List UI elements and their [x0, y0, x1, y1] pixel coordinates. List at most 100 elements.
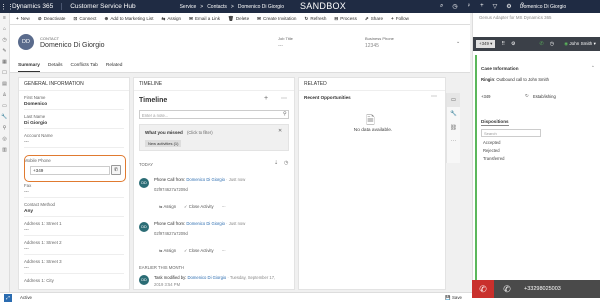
phone-icon[interactable]: ✆	[494, 280, 520, 298]
mobile-phone-input[interactable]: +349	[30, 166, 110, 175]
social-icon[interactable]: ◎	[0, 134, 9, 145]
address-city-field[interactable]: Address 1: City	[19, 278, 129, 283]
timeline-item[interactable]: DD Task modified by: Domenico Di Giorgio…	[139, 274, 289, 289]
assign-action[interactable]: ⇆ Assign	[159, 204, 176, 209]
expand-header-icon[interactable]: ⌄	[456, 39, 460, 45]
address-street1-value[interactable]: ---	[24, 228, 124, 236]
line-selector[interactable]: +349 ▾	[476, 40, 496, 48]
share-button[interactable]: ⇗ Share	[365, 16, 383, 22]
disposition-item[interactable]: Transferred	[483, 156, 505, 161]
more-options-icon[interactable]: ⋯	[281, 95, 287, 102]
address-street2-value[interactable]: ---	[24, 247, 124, 255]
account-name-value[interactable]: ---	[24, 140, 124, 148]
fax-field[interactable]: Fax ---	[19, 183, 129, 198]
new-record-icon[interactable]: +	[480, 3, 484, 10]
tab-conflicts[interactable]: Conflicts Tab	[71, 63, 98, 72]
reports-icon[interactable]: ▥	[0, 145, 9, 156]
last-name-value[interactable]: Di Giorgio	[24, 121, 124, 129]
timeline-item[interactable]: DD Phone Call from: Domenico Di Giorgio …	[139, 174, 289, 216]
address-street1-field[interactable]: Address 1: Street 1 ---	[19, 221, 129, 236]
breadcrumb-service[interactable]: Service	[180, 4, 197, 10]
history-icon[interactable]: ◷	[550, 41, 554, 47]
app-launcher-icon[interactable]: ⋮⋮⋮	[0, 3, 21, 11]
expand-icon[interactable]: ⤢	[4, 293, 12, 302]
follow-button[interactable]: + Follow	[391, 16, 409, 21]
hangup-icon[interactable]: ✆	[472, 280, 494, 298]
status-icon[interactable]: ⚙	[511, 41, 515, 47]
tab-details[interactable]: Details	[48, 63, 63, 72]
panel-toggle-icon[interactable]: ▭	[447, 93, 460, 107]
task-by[interactable]: Domenico Di Giorgio	[188, 275, 227, 280]
collapse-icon[interactable]: ⌃	[591, 65, 595, 71]
recent-icon[interactable]: ◷	[452, 3, 457, 10]
refresh-button[interactable]: ↻ Refresh	[304, 16, 326, 22]
account-name-field[interactable]: Account Name ---	[19, 133, 129, 148]
attach-icon[interactable]: ⚲	[283, 111, 287, 117]
activities-icon[interactable]: ☐	[0, 68, 9, 79]
more-options-icon[interactable]: ⋯	[431, 93, 437, 100]
delete-button[interactable]: 🗑 Delete	[228, 16, 249, 22]
process-button[interactable]: ⊟ Process	[334, 16, 356, 22]
more-options-icon[interactable]: ⋯	[222, 248, 226, 253]
add-to-marketing-list-button[interactable]: ⊕ Add to Marketing List	[104, 16, 153, 22]
add-timeline-icon[interactable]: +	[264, 95, 268, 102]
breadcrumb-contacts[interactable]: Contacts	[207, 4, 227, 10]
address-street3-field[interactable]: Address 1: Street 3 ---	[19, 259, 129, 274]
create-invitation-button[interactable]: ✉ Create Invitation	[257, 16, 296, 22]
timeline-item[interactable]: DD Phone Call from: Domenico Di Giorgio …	[139, 218, 289, 260]
assign-action[interactable]: ⇆ Assign	[159, 248, 176, 253]
save-button[interactable]: 💾 Save	[445, 295, 462, 301]
disposition-item[interactable]: Rejected	[483, 148, 505, 153]
wrench-icon[interactable]: 🔧	[447, 107, 460, 121]
activity-from[interactable]: Domenico Di Giorgio	[186, 221, 225, 226]
assign-button[interactable]: ⇆ Assign	[161, 16, 181, 22]
disposition-search-input[interactable]: Search	[481, 129, 541, 137]
filter-icon[interactable]: ▽	[493, 3, 498, 10]
what-you-missed-card[interactable]: What you missed (Click to filter) ✕ New …	[139, 124, 289, 151]
pinned-icon[interactable]: ✎	[0, 46, 9, 57]
close-activity-action[interactable]: ✓ Close Activity	[184, 204, 214, 209]
connect-button[interactable]: ⊡ Connect	[73, 16, 96, 22]
search-icon[interactable]: ⌕	[440, 3, 443, 10]
address-street3-value[interactable]: ---	[24, 266, 124, 274]
accounts-icon[interactable]: ▤	[0, 79, 9, 90]
last-name-field[interactable]: Last Name Di Giorgio	[19, 114, 129, 129]
menu-icon[interactable]: ≡	[0, 13, 9, 24]
user-name[interactable]: Domenico Di Giorgio	[520, 4, 566, 10]
missed-filter[interactable]: (Click to filter)	[187, 130, 213, 135]
assistant-icon[interactable]: ♀	[467, 3, 472, 10]
settings-icon[interactable]: ⚙	[506, 3, 511, 10]
phone-icon[interactable]: ✆	[539, 41, 543, 47]
first-name-value[interactable]: Domenico	[24, 102, 124, 110]
job-title-value[interactable]: ---	[278, 43, 283, 49]
phone-call-icon[interactable]: ✆	[111, 165, 121, 175]
first-name-field[interactable]: First Name Domenico	[19, 95, 129, 110]
more-options-icon[interactable]: ⋯	[447, 135, 460, 149]
tab-related[interactable]: Related	[106, 63, 123, 72]
home-icon[interactable]: ⌂	[0, 24, 9, 35]
close-icon[interactable]: ✕	[278, 128, 282, 134]
cases-icon[interactable]: 🔧	[0, 112, 9, 123]
fax-value[interactable]: ---	[24, 190, 124, 198]
recent-icon[interactable]: ◷	[0, 35, 9, 46]
agent-status-selector[interactable]: ◉ John Smith ▾	[564, 41, 596, 47]
filter-icon[interactable]: ◷	[284, 160, 288, 166]
note-input[interactable]: Enter a note...	[139, 110, 289, 119]
dialpad-icon[interactable]: ⠿	[501, 41, 505, 47]
contacts-icon[interactable]: ♙	[0, 90, 9, 101]
product-name[interactable]: Dynamics 365	[10, 3, 61, 10]
link-icon[interactable]: ⛓	[447, 121, 460, 135]
disposition-item[interactable]: Accepted	[483, 140, 505, 145]
close-activity-action[interactable]: ✓ Close Activity	[184, 248, 214, 253]
new-button[interactable]: + New	[16, 16, 30, 21]
new-activities-badge[interactable]: New activities (1)	[145, 140, 182, 147]
contact-method-value[interactable]: Any	[24, 209, 124, 217]
knowledge-icon[interactable]: ⚲	[0, 123, 9, 134]
deactivate-button[interactable]: ⊘ Deactivate	[38, 16, 66, 22]
address-street2-field[interactable]: Address 1: Street 2 ---	[19, 240, 129, 255]
queues-icon[interactable]: ▭	[0, 101, 9, 112]
app-name[interactable]: Customer Service Hub	[61, 3, 136, 10]
sort-icon[interactable]: ⇣	[274, 160, 278, 166]
business-phone-value[interactable]: 12345	[365, 43, 379, 49]
tab-summary[interactable]: Summary	[18, 63, 40, 72]
